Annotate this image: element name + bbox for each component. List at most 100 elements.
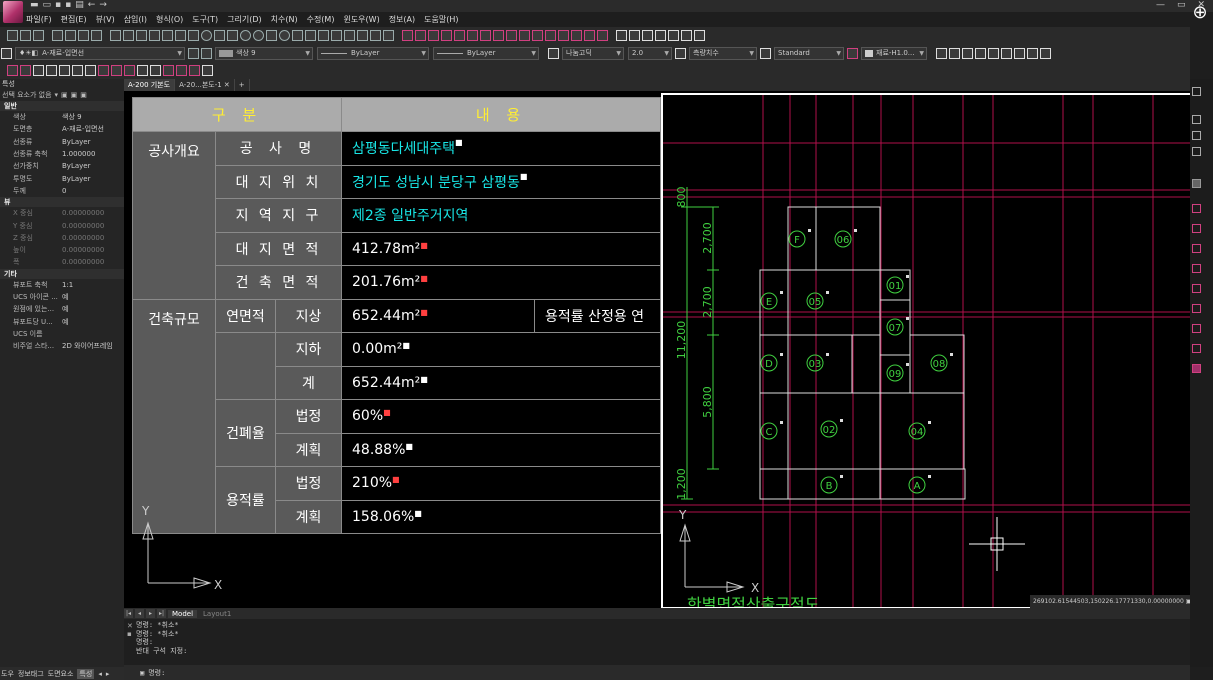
maximize-icon[interactable]: ▭ (1177, 0, 1186, 10)
table-style-icon[interactable] (760, 47, 771, 59)
dim-radius-icon[interactable] (59, 65, 70, 76)
menu-format[interactable]: 형식(O) (156, 14, 183, 25)
save-as-icon[interactable]: ▪ (65, 0, 71, 10)
undo-icon[interactable]: ← (88, 0, 96, 10)
tool-6-icon[interactable] (1192, 304, 1201, 313)
dim-continue-icon[interactable] (111, 65, 122, 76)
tool-9-icon[interactable] (1192, 364, 1201, 373)
layer-tool-4-icon[interactable] (975, 47, 986, 59)
point-icon[interactable] (357, 30, 368, 41)
dim-angular-icon[interactable] (85, 65, 96, 76)
scale-icon[interactable] (493, 30, 504, 41)
ellipse-icon[interactable] (240, 30, 251, 41)
new-tab-button[interactable]: + (235, 79, 250, 91)
property-row[interactable]: 선가중치 ByLayer (0, 160, 124, 172)
tool-5-icon[interactable] (1192, 284, 1201, 293)
minimize-icon[interactable]: — (1156, 0, 1165, 10)
property-row[interactable]: 폭 0.00000000 (0, 256, 124, 268)
circle-icon[interactable] (201, 30, 212, 41)
chamfer-icon[interactable] (571, 30, 582, 41)
palette-prev-icon[interactable]: ◂ (98, 670, 102, 678)
trim-icon[interactable] (519, 30, 530, 41)
text-height-dropdown[interactable]: 2.0 (628, 46, 672, 60)
menu-draw[interactable]: 그리기(D) (227, 14, 261, 25)
menu-dimension[interactable]: 치수(N) (271, 14, 298, 25)
layer-state-icon[interactable] (20, 30, 31, 41)
layer-tool-9-icon[interactable] (1040, 47, 1051, 59)
menu-window[interactable]: 윈도우(W) (343, 14, 379, 25)
dim-style-icon[interactable] (675, 47, 686, 59)
erase-icon[interactable] (402, 30, 413, 41)
select-objects-icon[interactable]: ▣ (71, 91, 78, 99)
layer-tool-6-icon[interactable] (1001, 47, 1012, 59)
extend-icon[interactable] (532, 30, 543, 41)
palette-tab-info[interactable]: 정보태그 (18, 669, 44, 679)
zoom-window-icon[interactable] (1192, 131, 1201, 140)
property-row[interactable]: UCS 아이콘 ... 예 (0, 291, 124, 303)
property-row[interactable]: 색상 색상 9 (0, 111, 124, 123)
layer-previous-icon[interactable] (201, 47, 212, 59)
open-file-icon[interactable]: ▭ (43, 0, 52, 10)
print-icon[interactable]: ▤ (75, 0, 84, 10)
menu-modify[interactable]: 수정(M) (307, 14, 335, 25)
layer-dropdown[interactable]: ♦☀◧ A-재료-입면선 (15, 46, 185, 60)
dim-style-manager-icon[interactable] (202, 65, 213, 76)
property-row[interactable]: 두께 0 (0, 185, 124, 197)
palette-tab-window[interactable]: 도우 (1, 669, 14, 679)
ellipse-arc-icon[interactable] (279, 30, 290, 41)
stretch-icon[interactable] (506, 30, 517, 41)
table-style-dropdown[interactable]: Standard (774, 46, 844, 60)
command-line[interactable]: ▣ 명령: (124, 665, 1190, 680)
current-layer-icon[interactable] (847, 47, 858, 59)
make-current-icon[interactable] (188, 47, 199, 59)
property-row[interactable]: 선종류 축척 1.000000 (0, 148, 124, 160)
prev-layout-icon[interactable]: ◂ (135, 609, 144, 618)
menu-tools[interactable]: 도구(T) (192, 14, 218, 25)
break-icon[interactable] (545, 30, 556, 41)
block-icon[interactable] (52, 30, 63, 41)
lineweight-dropdown[interactable]: ByLayer (433, 46, 539, 60)
block-save-icon[interactable] (78, 30, 89, 41)
navbar-slider-icon[interactable] (1192, 179, 1201, 188)
tool-1-icon[interactable] (1192, 204, 1201, 213)
mtext-icon[interactable] (370, 30, 381, 41)
menu-edit[interactable]: 편집(E) (61, 14, 87, 25)
layer-freeze-icon[interactable] (655, 30, 666, 41)
last-layout-icon[interactable]: ▸| (157, 609, 166, 618)
copy-icon[interactable] (415, 30, 426, 41)
app-logo[interactable] (3, 1, 23, 23)
redo-icon[interactable]: → (99, 0, 107, 10)
tool-7-icon[interactable] (1192, 324, 1201, 333)
dim-baseline-icon[interactable] (98, 65, 109, 76)
property-row[interactable]: Z 중심 0.00000000 (0, 232, 124, 244)
block-edit-icon[interactable] (65, 30, 76, 41)
color-dropdown[interactable]: 색상 9 (215, 46, 313, 60)
toggle-pickadd-icon[interactable]: ▣ (61, 91, 68, 99)
attribute-icon[interactable] (91, 30, 102, 41)
new-file-icon[interactable]: ▬ (30, 0, 39, 10)
close-tab-icon[interactable]: ✕ (224, 81, 230, 89)
rectangle-icon[interactable] (214, 30, 225, 41)
fillet-icon[interactable] (584, 30, 595, 41)
dim-diameter-icon[interactable] (72, 65, 83, 76)
save-icon[interactable]: ▪ (55, 0, 61, 10)
layer-on-icon[interactable] (681, 30, 692, 41)
array-icon[interactable] (454, 30, 465, 41)
polyline-icon[interactable] (149, 30, 160, 41)
layer-off-icon[interactable] (629, 30, 640, 41)
command-close-icon[interactable]: ✕ ▪ (127, 622, 133, 638)
spline-icon[interactable] (175, 30, 186, 41)
menu-help[interactable]: 도움말(H) (424, 14, 458, 25)
linetype-dropdown[interactable]: ByLayer (317, 46, 429, 60)
mline-icon[interactable] (188, 30, 199, 41)
first-layout-icon[interactable]: |◂ (124, 609, 133, 618)
menu-file[interactable]: 파일(F) (26, 14, 52, 25)
mirror-icon[interactable] (428, 30, 439, 41)
doc-tab-a20-1[interactable]: A-20...본도-1 ✕ (175, 79, 235, 91)
orbit-icon[interactable] (1192, 147, 1201, 156)
property-row[interactable]: 높이 0.00000000 (0, 244, 124, 256)
dim-style-dropdown[interactable]: 측량치수 (689, 46, 757, 60)
tool-2-icon[interactable] (1192, 224, 1201, 233)
hatch-icon[interactable] (305, 30, 316, 41)
table-icon[interactable] (344, 30, 355, 41)
